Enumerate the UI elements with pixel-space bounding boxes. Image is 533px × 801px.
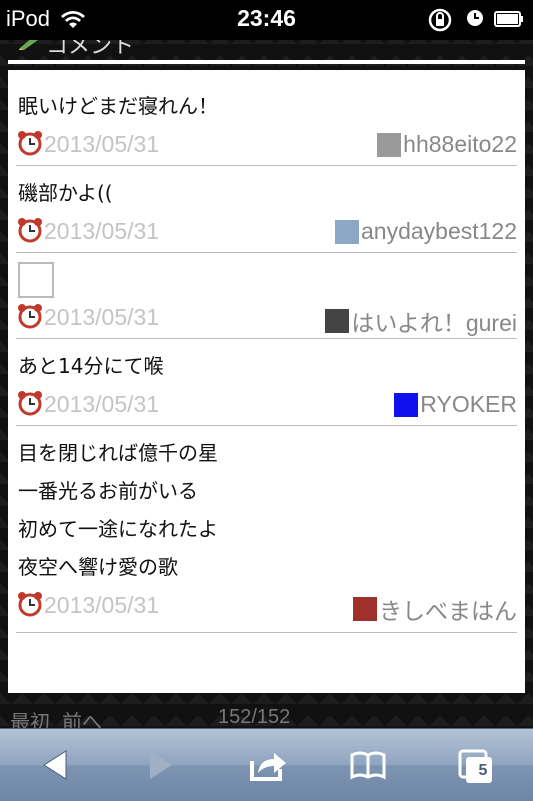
comment-text: 目を閉じれば億千の星 bbox=[18, 441, 218, 465]
back-arrow-icon[interactable] bbox=[36, 745, 76, 785]
comment-date: 2013/05/31 bbox=[44, 592, 160, 618]
comment-meta: 2013/05/31 anydaybest122 bbox=[16, 212, 517, 252]
comment-user-link[interactable]: anydaybest122 bbox=[334, 218, 517, 245]
comment-text: あと14分にて喉 bbox=[18, 354, 164, 378]
comment-list: 眠いけどまだ寝れん！ 2013/05/31 hh88eito22 磯部かよ(( … bbox=[8, 70, 525, 693]
alarm-clock-icon bbox=[18, 131, 42, 156]
avatar bbox=[377, 132, 402, 157]
broken-image-placeholder bbox=[18, 262, 54, 298]
avatar bbox=[334, 219, 359, 244]
avatar bbox=[353, 597, 377, 621]
tabs-count: 5 bbox=[478, 762, 488, 779]
avatar bbox=[394, 392, 419, 417]
comment-meta: 2013/05/31 hh88eito22 bbox=[16, 125, 517, 165]
comment-text: 初めて一途になれたよ bbox=[18, 517, 218, 541]
comment-section-header: コメント bbox=[8, 40, 525, 60]
comment-date: 2013/05/31 bbox=[44, 391, 160, 417]
header-divider bbox=[8, 60, 525, 64]
browser-toolbar: 5 bbox=[0, 728, 533, 801]
comment-date: 2013/05/31 bbox=[44, 304, 160, 330]
alarm-clock-icon bbox=[18, 218, 42, 243]
comment-meta: 2013/05/31 RYOKER bbox=[16, 385, 517, 425]
comment-date: 2013/05/31 bbox=[44, 218, 160, 244]
battery-icon bbox=[494, 11, 523, 27]
avatar bbox=[325, 309, 350, 333]
comment-username: hh88eito22 bbox=[403, 131, 517, 157]
status-bar: iPod 23:46 bbox=[0, 0, 533, 40]
alarm-status-icon bbox=[467, 10, 483, 26]
status-time: 23:46 bbox=[237, 5, 296, 31]
comment-meta: 2013/05/31 きしべまはん bbox=[16, 586, 517, 626]
forward-arrow-icon[interactable] bbox=[140, 745, 180, 785]
comment-text: 眠いけどまだ寝れん！ bbox=[18, 94, 218, 118]
alarm-clock-icon bbox=[18, 304, 42, 329]
comment-username: きしべまはん bbox=[379, 598, 517, 624]
share-icon[interactable] bbox=[248, 745, 288, 785]
pager: 最初 前へ 152/152 bbox=[0, 700, 533, 734]
comment-item: 目を閉じれば億千の星 一番光るお前がいる 初めて一途になれたよ 夜空へ響け愛の歌… bbox=[16, 426, 517, 633]
pencil-icon bbox=[19, 40, 38, 50]
comment-username: はいよれ！gurei bbox=[351, 310, 517, 336]
comment-username: RYOKER bbox=[420, 391, 517, 417]
comment-text: 一番光るお前がいる bbox=[18, 479, 198, 503]
comment-user-link[interactable]: はいよれ！gurei bbox=[325, 304, 517, 338]
comment-item: 2013/05/31 はいよれ！gurei bbox=[16, 253, 517, 339]
comment-date: 2013/05/31 bbox=[44, 131, 160, 157]
comment-meta: 2013/05/31 はいよれ！gurei bbox=[16, 298, 517, 338]
comment-text: 夜空へ響け愛の歌 bbox=[18, 555, 178, 579]
comment-text: 磯部かよ(( bbox=[18, 181, 113, 205]
comment-item: あと14分にて喉 2013/05/31 RYOKER bbox=[16, 339, 517, 426]
comment-item: 磯部かよ(( 2013/05/31 anydaybest122 bbox=[16, 166, 517, 253]
rotation-lock-icon bbox=[428, 8, 452, 32]
page-count: 152/152 bbox=[218, 706, 291, 728]
alarm-clock-icon bbox=[18, 391, 42, 416]
comment-username: anydaybest122 bbox=[360, 218, 517, 244]
comment-user-link[interactable]: きしべまはん bbox=[353, 592, 517, 626]
alarm-clock-icon bbox=[18, 592, 42, 617]
comment-user-link[interactable]: hh88eito22 bbox=[377, 131, 517, 158]
bookmarks-icon[interactable] bbox=[348, 745, 388, 785]
section-title: コメント bbox=[46, 40, 135, 59]
comment-item: 眠いけどまだ寝れん！ 2013/05/31 hh88eito22 bbox=[16, 70, 517, 166]
comment-user-link[interactable]: RYOKER bbox=[394, 391, 517, 418]
